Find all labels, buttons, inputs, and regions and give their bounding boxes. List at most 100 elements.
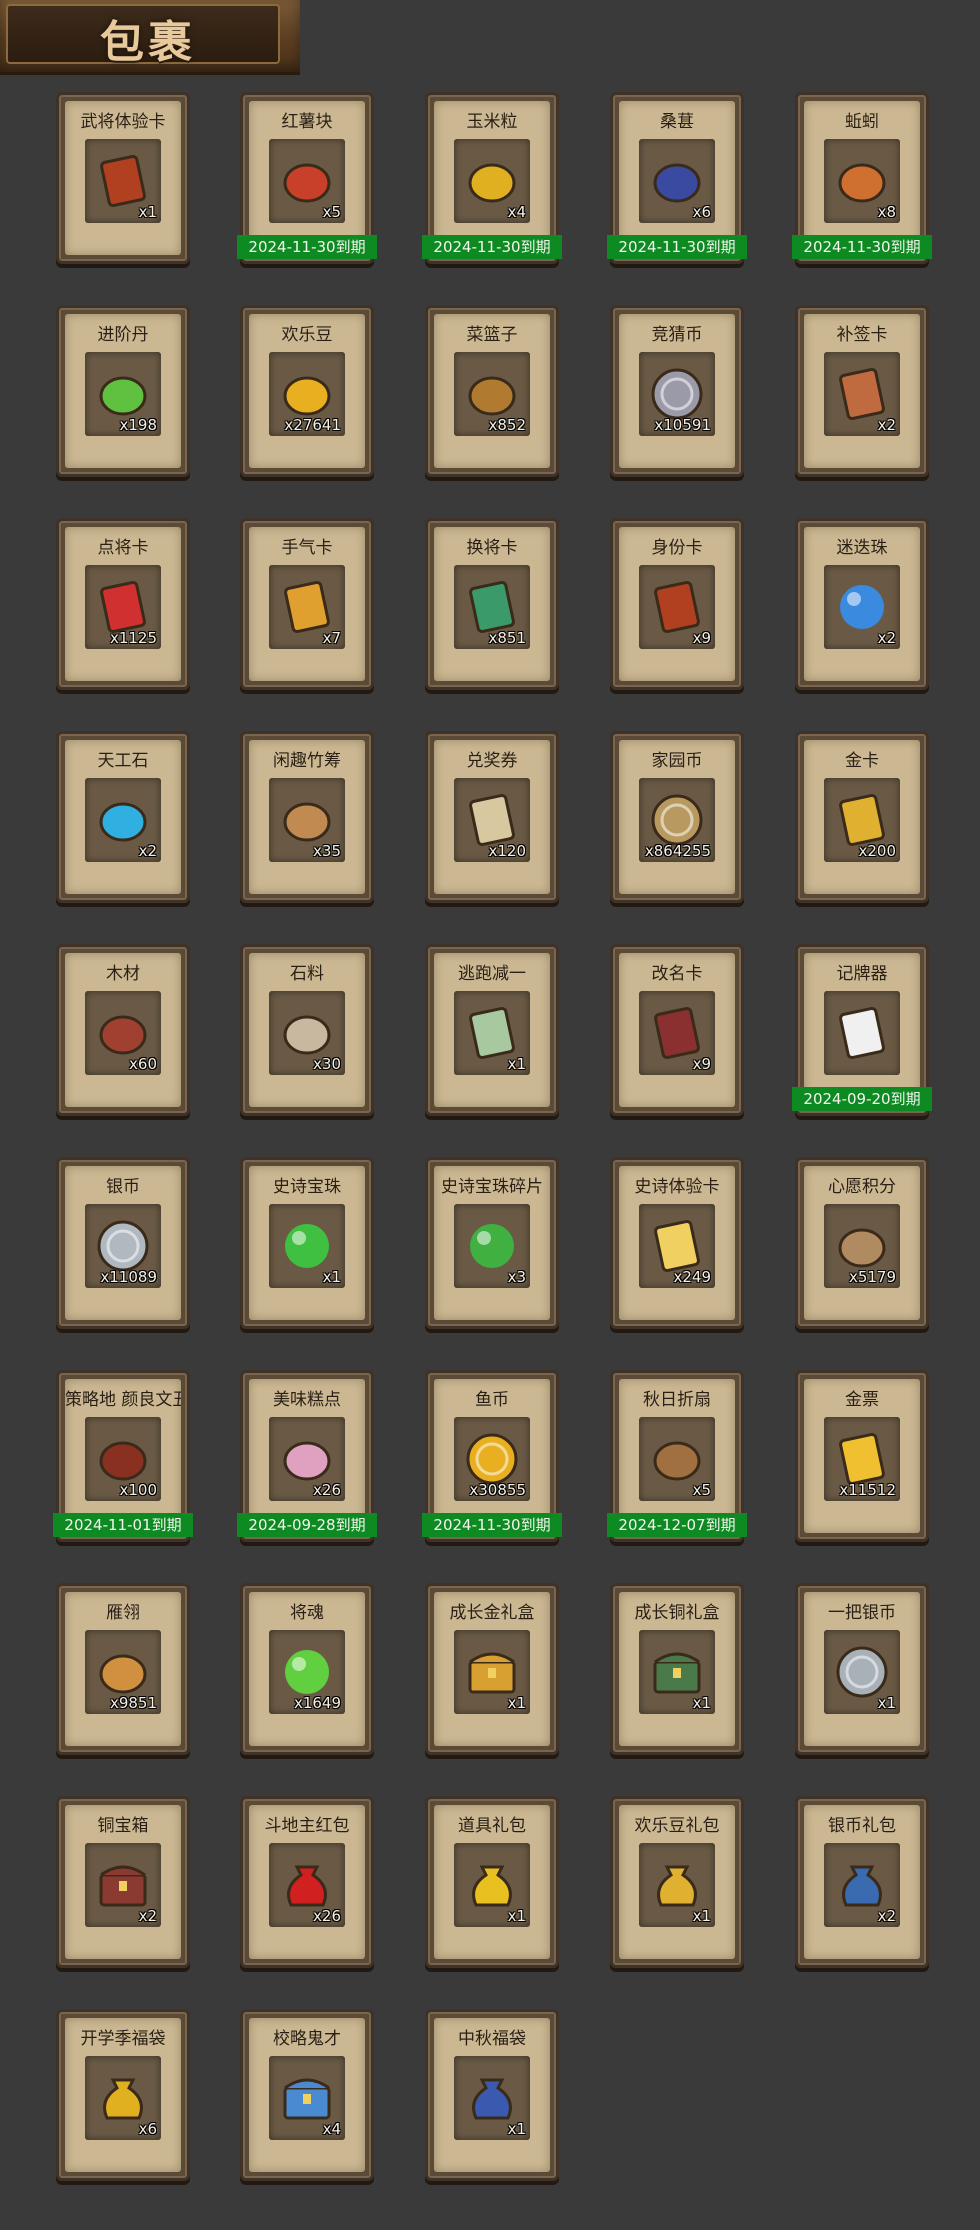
item-name: 迷迭珠 <box>836 538 888 558</box>
inventory-item[interactable]: 换将卡 x851 <box>425 518 559 690</box>
resign-card-icon: x2 <box>824 352 900 436</box>
earthworm-icon: x8 <box>824 139 900 223</box>
item-panel: 点将卡 x1125 <box>65 527 181 681</box>
inventory-item[interactable]: 进阶丹 x198 <box>56 305 190 477</box>
item-count: x2 <box>138 1907 157 1925</box>
item-panel: 雁翎 x9851 <box>65 1592 181 1746</box>
item-panel: 家园币 x864255 <box>619 740 735 894</box>
inventory-item[interactable]: 铜宝箱 x2 <box>56 1796 190 1968</box>
item-panel: 史诗体验卡 x249 <box>619 1166 735 1320</box>
item-count: x9 <box>692 629 711 647</box>
inventory-item[interactable]: 改名卡 x9 <box>610 944 744 1116</box>
inventory-item[interactable]: 金票 x11512 <box>795 1370 929 1542</box>
inventory-item[interactable]: 史诗宝珠碎片 x3 <box>425 1157 559 1329</box>
inventory-item[interactable]: 史诗宝珠 x1 <box>240 1157 374 1329</box>
item-count: x1 <box>138 203 157 221</box>
inventory-item[interactable]: 中秋福袋 x1 <box>425 2009 559 2181</box>
inventory-item[interactable]: 心愿积分 x5179 <box>795 1157 929 1329</box>
inventory-item[interactable]: 道具礼包 x1 <box>425 1796 559 1968</box>
expiry-banner: 2024-11-01到期 <box>53 1513 193 1537</box>
inventory-item[interactable]: 玉米粒 x4 2024-11-30到期 <box>422 92 562 264</box>
item-panel: 闲趣竹筹 x35 <box>249 740 365 894</box>
inventory-item[interactable]: 补签卡 x2 <box>795 305 929 477</box>
pastry-icon: x26 <box>269 1417 345 1501</box>
item-name: 天工石 <box>97 751 149 771</box>
item-name: 补签卡 <box>836 325 888 345</box>
item-name: 点将卡 <box>97 538 149 558</box>
inventory-item[interactable]: 斗地主红包 x26 <box>240 1796 374 1968</box>
item-count: x9 <box>692 1055 711 1073</box>
inventory-item[interactable]: 迷迭珠 x2 <box>795 518 929 690</box>
inventory-item[interactable]: 点将卡 x1125 <box>56 518 190 690</box>
expiry-banner: 2024-09-28到期 <box>237 1513 377 1537</box>
item-count: x2 <box>138 842 157 860</box>
inventory-item[interactable]: 桑葚 x6 2024-11-30到期 <box>607 92 747 264</box>
copper-chest-icon: x2 <box>85 1843 161 1927</box>
inventory-item[interactable]: 手气卡 x7 <box>240 518 374 690</box>
inventory-item[interactable]: 天工石 x2 <box>56 731 190 903</box>
advance-pill-icon: x198 <box>85 352 161 436</box>
inventory-item[interactable]: 身份卡 x9 <box>610 518 744 690</box>
item-name: 心愿积分 <box>828 1177 896 1197</box>
inventory-item[interactable]: 兑奖券 x120 <box>425 731 559 903</box>
item-count: x2 <box>877 1907 896 1925</box>
item-name: 史诗宝珠碎片 <box>441 1177 543 1197</box>
inventory-item[interactable]: 记牌器 2024-09-20到期 <box>792 944 932 1116</box>
item-panel: 换将卡 x851 <box>434 527 550 681</box>
inventory-item[interactable]: 蚯蚓 x8 2024-11-30到期 <box>792 92 932 264</box>
item-panel: 竞猜币 x10591 <box>619 314 735 468</box>
gold-chest-icon: x1 <box>454 1630 530 1714</box>
gold-card-icon-graphic <box>839 793 885 847</box>
item-count: x30 <box>313 1055 341 1073</box>
bamboo-token-icon: x35 <box>269 778 345 862</box>
inventory-item[interactable]: 雁翎 x9851 <box>56 1583 190 1755</box>
item-panel: 心愿积分 x5179 <box>804 1166 920 1320</box>
inventory-item[interactable]: 欢乐豆 x27641 <box>240 305 374 477</box>
inventory-item[interactable]: 竞猜币 x10591 <box>610 305 744 477</box>
inventory-item[interactable]: 美味糕点 x26 2024-09-28到期 <box>237 1370 377 1542</box>
prize-ticket-icon: x120 <box>454 778 530 862</box>
inventory-item[interactable]: 石料 x30 <box>240 944 374 1116</box>
fish-coin-icon-graphic <box>466 1433 518 1485</box>
gold-ticket-icon-graphic <box>839 1432 885 1486</box>
inventory-item[interactable]: 成长金礼盒 x1 <box>425 1583 559 1755</box>
item-panel: 红薯块 x5 <box>249 101 365 255</box>
inventory-item[interactable]: 校略鬼才 x4 <box>240 2009 374 2181</box>
expiry-banner: 2024-11-30到期 <box>237 235 377 259</box>
item-gift-bag-icon: x1 <box>454 1843 530 1927</box>
item-name: 红薯块 <box>281 112 333 132</box>
inventory-item[interactable]: 逃跑减一 x1 <box>425 944 559 1116</box>
inventory-item[interactable]: 一把银币 x1 <box>795 1583 929 1755</box>
item-panel: 成长金礼盒 x1 <box>434 1592 550 1746</box>
inventory-item[interactable]: 木材 x60 <box>56 944 190 1116</box>
item-panel: 玉米粒 x4 <box>434 101 550 255</box>
card-counter-icon <box>824 991 900 1075</box>
inventory-item[interactable]: 家园币 x864255 <box>610 731 744 903</box>
inventory-item[interactable]: 秋日折扇 x5 2024-12-07到期 <box>607 1370 747 1542</box>
inventory-item[interactable]: 银币 x11089 <box>56 1157 190 1329</box>
inventory-item[interactable]: 鱼币 x30855 2024-11-30到期 <box>422 1370 562 1542</box>
item-name: 校略鬼才 <box>273 2029 341 2049</box>
inventory-item[interactable]: 将魂 x1649 <box>240 1583 374 1755</box>
inventory-item[interactable]: 红薯块 x5 2024-11-30到期 <box>237 92 377 264</box>
pastry-icon-graphic <box>283 1441 331 1481</box>
inventory-item[interactable]: 银币礼包 x2 <box>795 1796 929 1968</box>
inventory-item[interactable]: 欢乐豆礼包 x1 <box>610 1796 744 1968</box>
inventory-item[interactable]: 闲趣竹筹 x35 <box>240 731 374 903</box>
sweet-potato-icon: x5 <box>269 139 345 223</box>
inventory-item[interactable]: 金卡 x200 <box>795 731 929 903</box>
homeland-coin-icon-graphic <box>651 794 703 846</box>
inventory-item[interactable]: 菜篮子 x852 <box>425 305 559 477</box>
item-name: 换将卡 <box>466 538 518 558</box>
item-panel: 金卡 x200 <box>804 740 920 894</box>
inventory-item[interactable]: 成长铜礼盒 x1 <box>610 1583 744 1755</box>
item-panel: 欢乐豆礼包 x1 <box>619 1805 735 1959</box>
summon-general-card-icon: x1125 <box>85 565 161 649</box>
inventory-item[interactable]: 武将体验卡 x1 <box>56 92 190 264</box>
item-count: x9851 <box>109 1694 157 1712</box>
inventory-item[interactable]: 开学季福袋 x6 <box>56 2009 190 2181</box>
inventory-item[interactable]: 策略地 颜良文丑 x100 2024-11-01到期 <box>53 1370 193 1542</box>
item-panel: 中秋福袋 x1 <box>434 2018 550 2172</box>
item-name: 竞猜币 <box>651 325 703 345</box>
inventory-item[interactable]: 史诗体验卡 x249 <box>610 1157 744 1329</box>
